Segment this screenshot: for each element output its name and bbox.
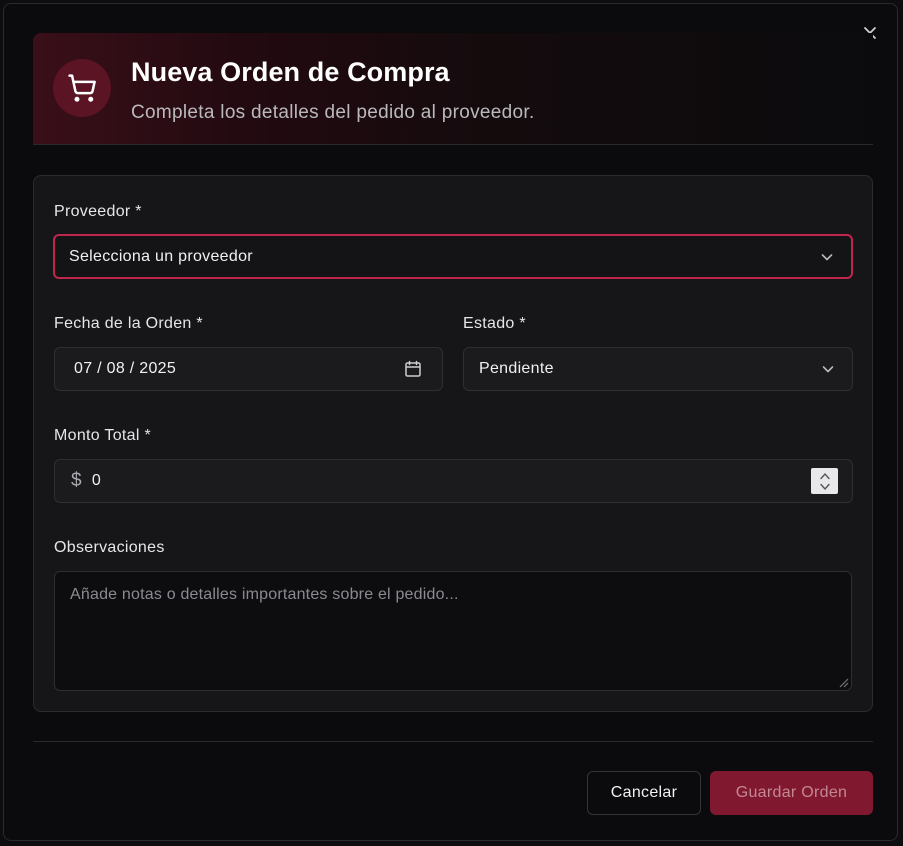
number-stepper[interactable] [811,468,838,494]
observaciones-textarea[interactable]: Añade notas o detalles importantes sobre… [54,571,852,691]
estado-select-value: Pendiente [479,360,554,377]
estado-select[interactable]: Pendiente [463,347,853,391]
chevron-down-icon [821,253,833,260]
monto-total-input[interactable]: $ 0 [54,459,853,503]
proveedor-label: Proveedor * [54,203,142,220]
dialog-subtitle: Completa los detalles del pedido al prov… [131,102,535,123]
resize-handle-icon[interactable] [837,676,849,688]
save-order-button[interactable]: Guardar Orden [710,771,873,815]
order-form: Proveedor * Selecciona un proveedor Fech… [33,175,873,712]
dialog-title: Nueva Orden de Compra [131,57,450,87]
calendar-icon[interactable] [404,360,422,378]
fecha-label: Fecha de la Orden * [54,315,203,332]
fecha-date-input[interactable]: 07 / 08 / 2025 [54,347,443,391]
shopping-cart-icon [68,74,96,102]
observaciones-label: Observaciones [54,539,165,556]
proveedor-select-value: Selecciona un proveedor [69,247,253,265]
footer-divider [33,741,873,742]
estado-label: Estado * [463,315,526,332]
chevron-down-icon[interactable] [819,483,831,491]
dollar-sign-icon: $ [71,470,82,491]
fecha-value: 07 / 08 / 2025 [74,360,177,377]
observaciones-placeholder: Añade notas o detalles importantes sobre… [70,586,459,603]
proveedor-select[interactable]: Selecciona un proveedor [53,234,853,279]
monto-value: 0 [91,472,102,489]
chevron-up-icon[interactable] [819,472,831,480]
chevron-down-icon [822,366,834,373]
dialog-header: Nueva Orden de Compra Completa los detal… [33,33,873,145]
monto-label: Monto Total * [54,427,151,444]
header-icon-badge [53,59,111,117]
cancel-button[interactable]: Cancelar [587,771,701,815]
new-purchase-order-dialog: Nueva Orden de Compra Completa los detal… [3,3,898,841]
